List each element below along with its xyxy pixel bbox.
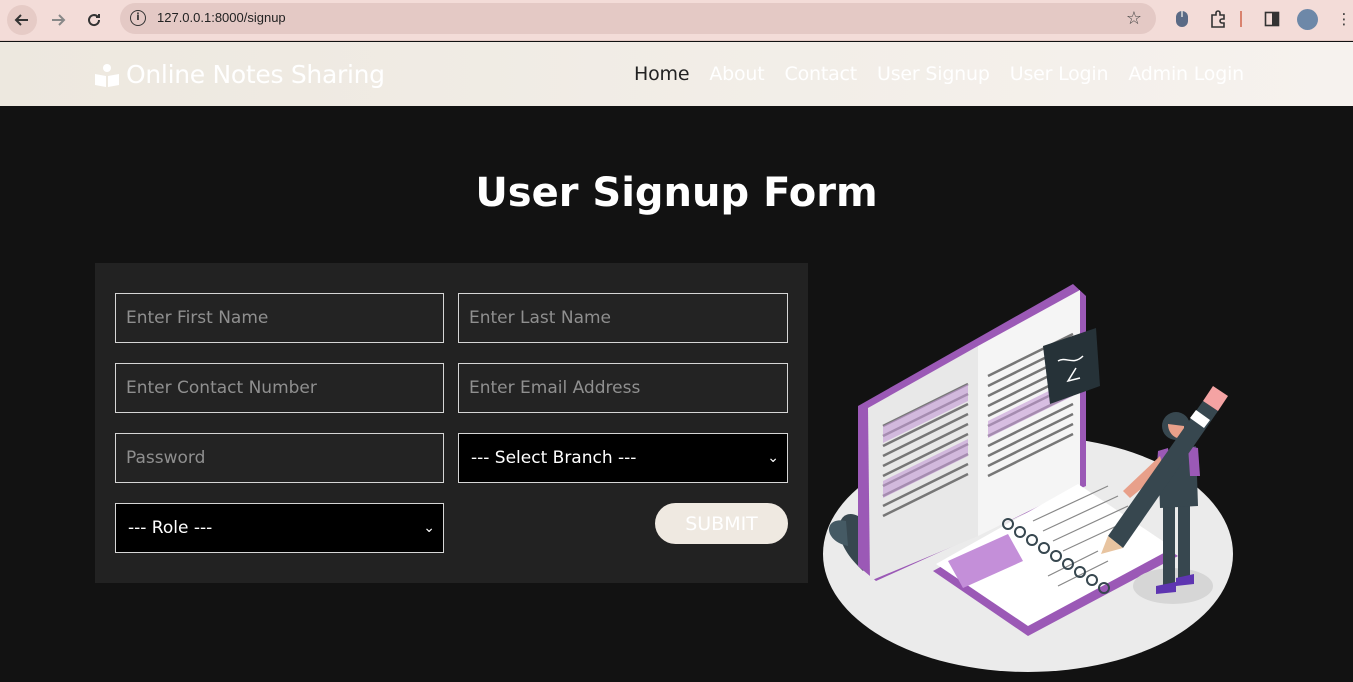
chevron-down-icon: ⌄ xyxy=(423,520,435,536)
last-name-field[interactable] xyxy=(458,293,788,343)
role-select[interactable]: --- Role --- ⌄ xyxy=(115,503,444,553)
branch-select-value: --- Select Branch --- xyxy=(471,448,637,468)
extensions-puzzle-icon[interactable] xyxy=(1208,9,1228,29)
page-title: User Signup Form xyxy=(475,170,878,216)
contact-number-input[interactable] xyxy=(126,378,443,398)
reader-book-icon xyxy=(95,63,119,87)
nav-admin-login[interactable]: Admin Login xyxy=(1128,63,1244,85)
more-menu-icon[interactable]: ⋮ xyxy=(1334,9,1353,29)
reload-icon xyxy=(88,14,101,27)
submit-button[interactable]: SUBMIT xyxy=(655,503,788,544)
brand[interactable]: Online Notes Sharing xyxy=(94,60,385,89)
back-button[interactable] xyxy=(7,5,37,35)
arrow-right-icon xyxy=(52,14,66,26)
signup-form: --- Select Branch --- ⌄ --- Role --- ⌄ S… xyxy=(95,263,808,583)
contact-number-field[interactable] xyxy=(115,363,444,413)
mouse-extension-icon[interactable] xyxy=(1172,9,1192,29)
arrow-left-icon xyxy=(14,14,28,26)
nav-contact[interactable]: Contact xyxy=(785,63,858,85)
bookmark-star-icon[interactable]: ☆ xyxy=(1126,8,1142,29)
nav-user-login[interactable]: User Login xyxy=(1010,63,1109,85)
email-input[interactable] xyxy=(469,378,787,398)
toolbar-separator xyxy=(1240,11,1242,27)
side-panel-icon[interactable] xyxy=(1262,9,1282,29)
first-name-field[interactable] xyxy=(115,293,444,343)
nav-user-signup[interactable]: User Signup xyxy=(877,63,990,85)
nav-about[interactable]: About xyxy=(709,63,764,85)
nav-home[interactable]: Home xyxy=(634,63,690,85)
last-name-input[interactable] xyxy=(469,308,787,328)
brand-title: Online Notes Sharing xyxy=(126,60,385,89)
browser-toolbar: i 127.0.0.1:8000/signup ☆ ⋮ xyxy=(0,0,1353,41)
main-nav: Home About Contact User Signup User Logi… xyxy=(634,63,1244,85)
password-input[interactable] xyxy=(126,448,443,468)
reload-button[interactable] xyxy=(79,5,109,35)
chevron-down-icon: ⌄ xyxy=(767,450,779,466)
site-info-icon[interactable]: i xyxy=(130,10,146,26)
study-illustration xyxy=(823,284,1233,672)
profile-avatar[interactable] xyxy=(1297,9,1318,30)
address-url: 127.0.0.1:8000/signup xyxy=(157,10,286,25)
branch-select[interactable]: --- Select Branch --- ⌄ xyxy=(458,433,788,483)
role-select-value: --- Role --- xyxy=(128,518,213,538)
forward-button[interactable] xyxy=(43,5,73,35)
email-field[interactable] xyxy=(458,363,788,413)
first-name-input[interactable] xyxy=(126,308,443,328)
site-header: Online Notes Sharing Home About Contact … xyxy=(0,42,1353,106)
address-bar[interactable]: i 127.0.0.1:8000/signup ☆ xyxy=(120,3,1156,34)
password-field[interactable] xyxy=(115,433,444,483)
